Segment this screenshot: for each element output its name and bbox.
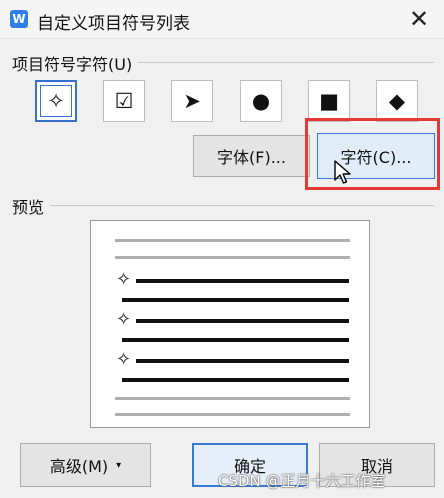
advanced-button[interactable]: 高级(M) ▾ — [20, 443, 151, 487]
preview-gray-line — [115, 256, 350, 259]
preview-bullet-icon: ✧ — [116, 269, 132, 290]
preview-text-line — [122, 378, 349, 382]
filled-circle-icon: ● — [251, 88, 271, 113]
preview-bullet-icon: ✧ — [116, 349, 132, 370]
close-icon[interactable]: ✕ — [405, 6, 433, 32]
custom-bullet-list-dialog: W 自定义项目符号列表 ✕ 项目符号字符(U) ✧ ☑ ➤ ● ■ ◆ 字体(F… — [0, 0, 444, 498]
font-button[interactable]: 字体(F)... — [193, 135, 310, 177]
group-divider-preview — [12, 205, 434, 206]
bullet-option-square[interactable]: ■ — [308, 80, 350, 122]
arrowhead-icon: ➤ — [183, 88, 201, 113]
advanced-button-label: 高级(M) — [49, 457, 109, 476]
preview-text-line — [136, 279, 349, 283]
checkbox-icon: ☑ — [114, 88, 134, 113]
preview-label: 预览 — [12, 194, 51, 218]
bullet-option-star[interactable]: ✧ — [35, 80, 77, 122]
preview-text-line — [122, 298, 349, 302]
preview-gray-line — [115, 413, 350, 416]
bullet-option-circle[interactable]: ● — [240, 80, 282, 122]
wps-app-icon: W — [10, 10, 28, 28]
preview-text-line — [136, 359, 349, 363]
watermark-text: CSDN @正月十六工作室 — [218, 472, 386, 490]
preview-gray-line — [115, 397, 350, 400]
preview-text-line — [122, 338, 349, 342]
bullet-option-diamond[interactable]: ◆ — [376, 80, 418, 122]
bullet-characters-label: 项目符号字符(U) — [12, 51, 139, 75]
preview-pane: ✧ ✧ ✧ — [90, 220, 370, 428]
preview-bullet-icon: ✧ — [116, 309, 132, 330]
selection-focus-ring — [40, 85, 72, 117]
mouse-pointer-icon — [334, 160, 351, 184]
preview-gray-line — [115, 239, 350, 242]
filled-square-icon: ■ — [319, 88, 339, 113]
bullet-option-arrowhead[interactable]: ➤ — [171, 80, 213, 122]
filled-diamond-icon: ◆ — [388, 88, 406, 113]
bullet-option-checkbox[interactable]: ☑ — [103, 80, 145, 122]
preview-text-line — [136, 319, 349, 323]
annotation-highlight-box — [305, 118, 440, 190]
chevron-down-icon: ▾ — [116, 459, 122, 471]
dialog-title: 自定义项目符号列表 — [37, 14, 190, 34]
title-bar: W 自定义项目符号列表 ✕ — [0, 0, 444, 39]
